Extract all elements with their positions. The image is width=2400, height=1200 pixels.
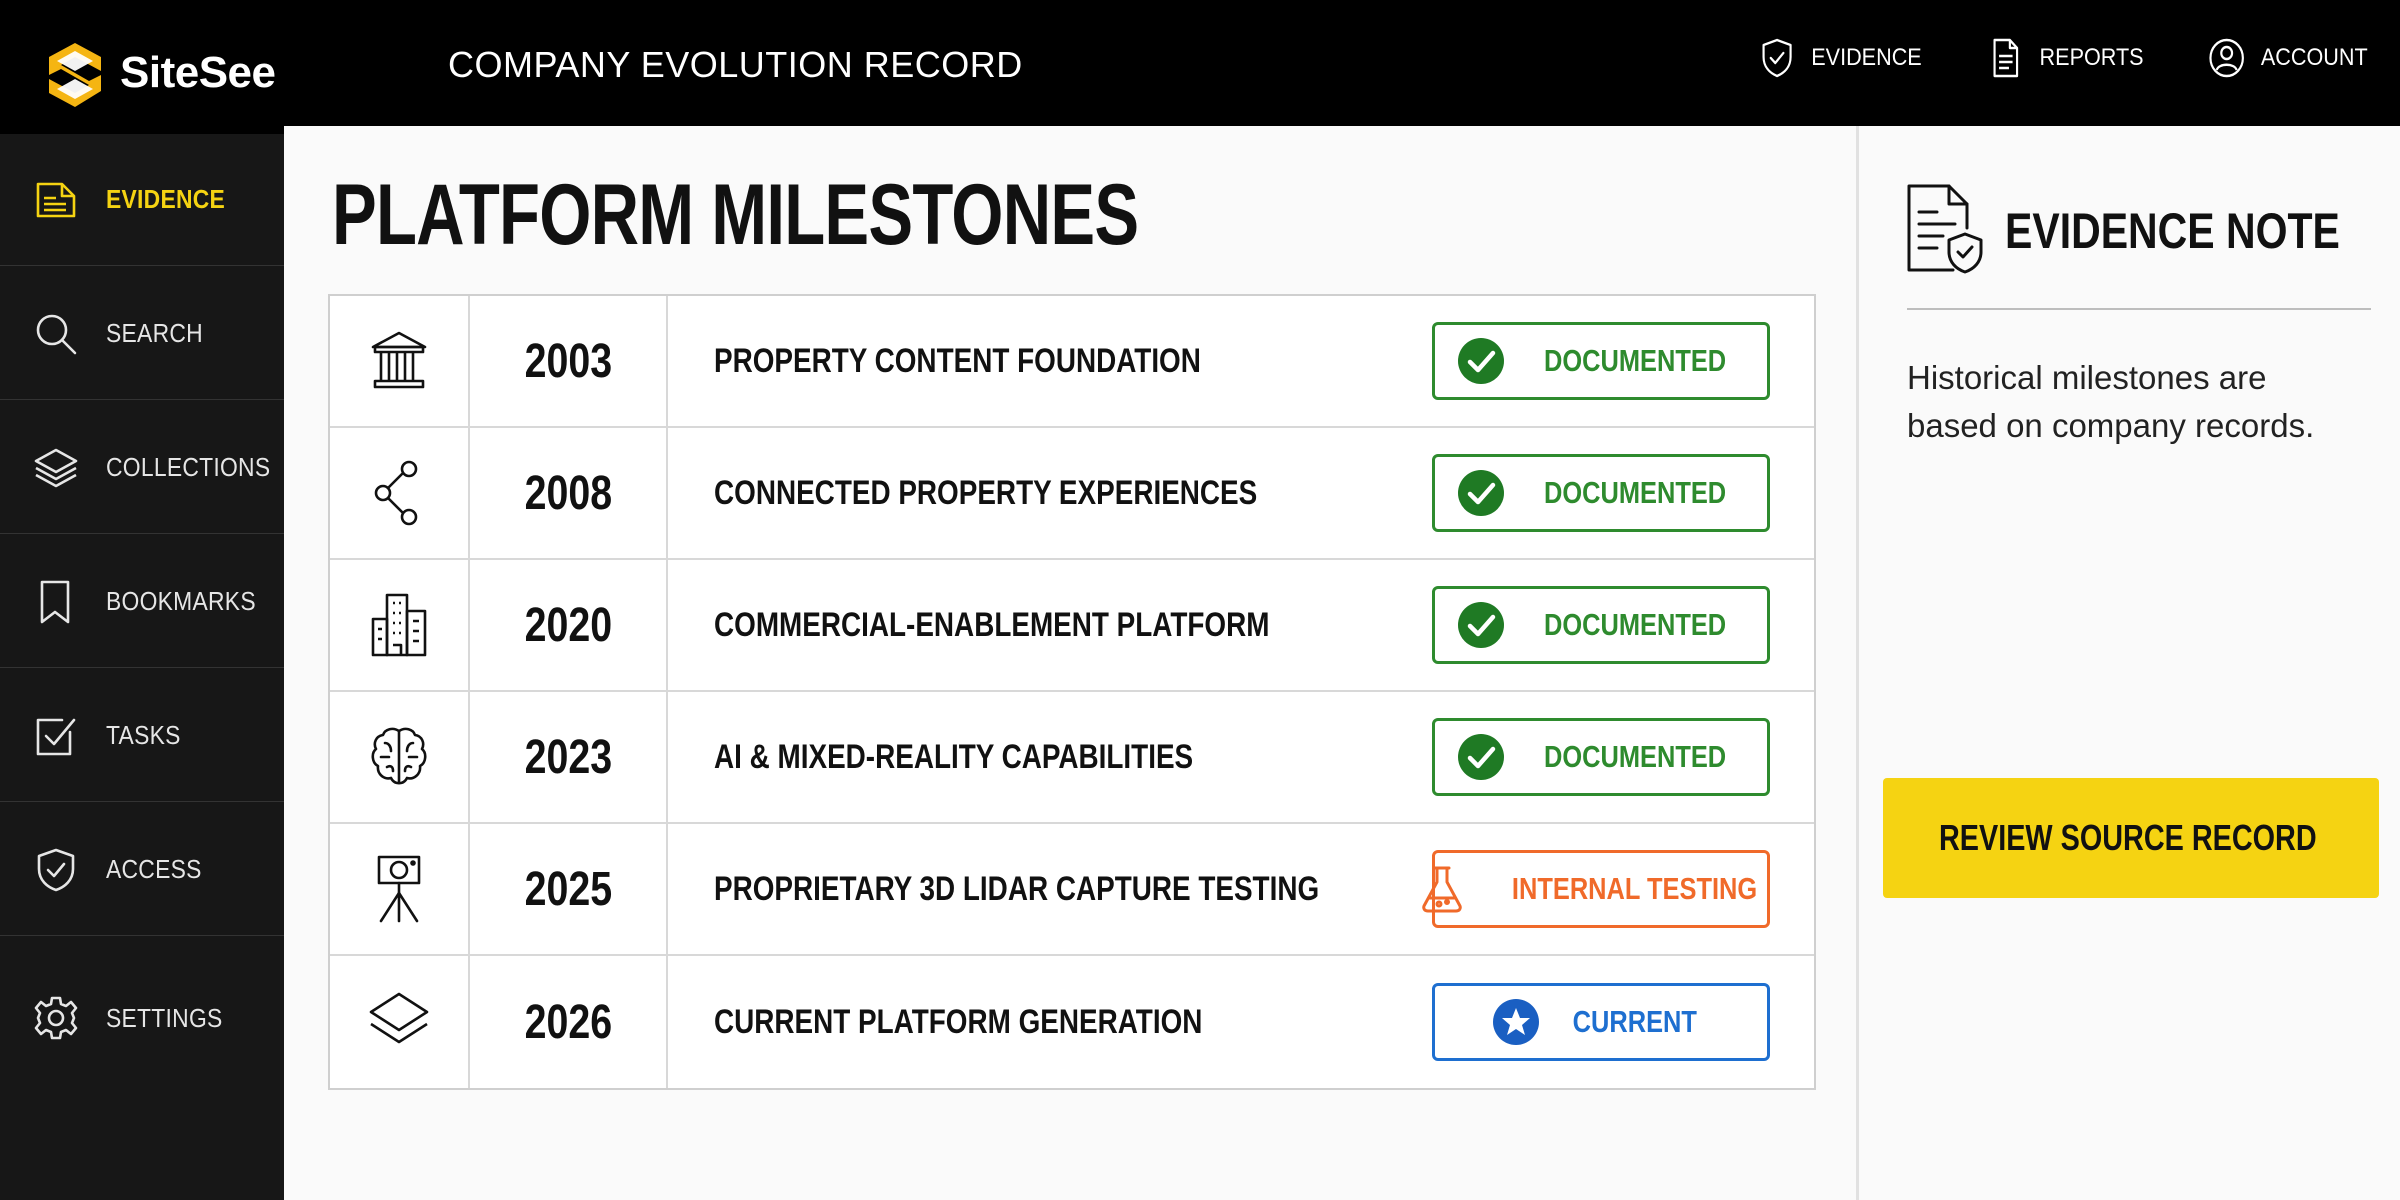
title-text: CONNECTED PROPERTY EXPERIENCES: [714, 473, 1258, 512]
sidebar-item-label: ACCESS: [106, 854, 202, 884]
sidebar-item-label: EVIDENCE: [106, 184, 226, 214]
title-text: PROPERTY CONTENT FOUNDATION: [714, 341, 1201, 380]
table-row: 2003 PROPERTY CONTENT FOUNDATION DOCUMEN…: [330, 296, 1814, 428]
milestone-year: 2023: [470, 692, 668, 822]
star-circle-icon: [1491, 997, 1541, 1047]
milestone-year: 2025: [470, 824, 668, 954]
document-shield-icon: [1907, 184, 1983, 274]
panel-title: EVIDENCE NOTE: [2005, 203, 2340, 259]
status-label: DOCUMENTED: [1543, 343, 1727, 378]
check-circle-icon: [1456, 468, 1506, 518]
status-badge-documented[interactable]: DOCUMENTED: [1432, 322, 1770, 400]
status-badge-current[interactable]: CURRENT: [1432, 983, 1770, 1061]
main-content: PLATFORM MILESTONES 2003 PROPERTY CONTEN…: [284, 126, 1856, 1200]
share-nodes-icon: [374, 460, 418, 526]
sidebar-item-collections[interactable]: COLLECTIONS: [0, 402, 284, 534]
sidebar-item-settings[interactable]: SETTINGS: [0, 938, 284, 1098]
milestones-table: 2003 PROPERTY CONTENT FOUNDATION DOCUMEN…: [328, 294, 1816, 1090]
layers-icon: [32, 444, 80, 492]
shield-check-icon: [1762, 38, 1792, 78]
sidebar-item-label: TASKS: [106, 720, 181, 750]
brand-name: SiteSee: [120, 48, 276, 97]
layers-icon: [369, 992, 429, 1044]
milestone-icon-cell: [330, 428, 470, 558]
evidence-note-panel: EVIDENCE NOTE Historical milestones are …: [1856, 126, 2400, 1200]
milestone-year: 2003: [470, 296, 668, 426]
title-text: COMMERCIAL-ENABLEMENT PLATFORM: [714, 605, 1270, 644]
title-text: AI & MIXED-REALITY CAPABILITIES: [714, 737, 1194, 776]
check-circle-icon: [1456, 732, 1506, 782]
lidar-tripod-icon: [377, 855, 421, 923]
milestone-year: 2020: [470, 560, 668, 690]
flask-icon: [1417, 864, 1467, 914]
table-row: 2025 PROPRIETARY 3D LIDAR CAPTURE TESTIN…: [330, 824, 1814, 956]
review-button-label: REVIEW SOURCE RECORD: [1939, 817, 2317, 858]
status-label: CURRENT: [1572, 1004, 1698, 1039]
document-icon: [1993, 38, 2018, 78]
panel-text: Historical milestones are based on compa…: [1907, 359, 2315, 444]
status-badge-internal-testing[interactable]: INTERNAL TESTING: [1422, 850, 1770, 928]
title-text: PROPRIETARY 3D LIDAR CAPTURE TESTING: [714, 869, 1320, 908]
gear-icon: [32, 994, 80, 1042]
table-row: 2008 CONNECTED PROPERTY EXPERIENCES DOCU…: [330, 428, 1814, 560]
year-text: 2026: [524, 995, 612, 1049]
bookmark-icon: [32, 578, 80, 626]
review-source-record-button[interactable]: REVIEW SOURCE RECORD: [1883, 778, 2379, 898]
divider: [1907, 308, 2371, 310]
milestone-year: 2008: [470, 428, 668, 558]
milestone-icon-cell: [330, 560, 470, 690]
status-label: DOCUMENTED: [1543, 607, 1727, 642]
status-label: DOCUMENTED: [1543, 475, 1727, 510]
sidebar-item-label: BOOKMARKS: [106, 586, 256, 616]
sidebar-item-label: COLLECTIONS: [106, 452, 271, 482]
sidebar-item-search[interactable]: SEARCH: [0, 268, 284, 400]
title-text: CURRENT PLATFORM GENERATION: [714, 1002, 1203, 1041]
table-row: 2020 COMMERCIAL-ENABLEMENT PLATFORM DOCU…: [330, 560, 1814, 692]
brain-icon: [371, 727, 427, 785]
year-text: 2003: [524, 334, 612, 388]
user-circle-icon: [2209, 38, 2245, 78]
topnav-reports[interactable]: REPORTS: [1985, 36, 2143, 80]
check-circle-icon: [1456, 336, 1506, 386]
year-text: 2025: [524, 862, 612, 916]
topnav-evidence[interactable]: EVIDENCE: [1757, 36, 1922, 80]
year-text: 2023: [524, 730, 612, 784]
table-row: 2023 AI & MIXED-REALITY CAPABILITIES DOC…: [330, 692, 1814, 824]
sidebar-item-label: SEARCH: [106, 318, 203, 348]
sidebar: EVIDENCE SEARCH COLLECTIONS BOOKMARKS TA…: [0, 134, 284, 1200]
sitesee-logo-icon: [49, 43, 101, 107]
sidebar-item-tasks[interactable]: TASKS: [0, 670, 284, 802]
shield-check-icon: [32, 846, 80, 894]
year-text: 2008: [524, 466, 612, 520]
sidebar-item-access[interactable]: ACCESS: [0, 804, 284, 936]
page-title: PLATFORM MILESTONES: [332, 167, 1139, 263]
topnav-account-label: ACCOUNT: [2261, 44, 2368, 71]
buildings-icon: [371, 593, 427, 657]
status-label: DOCUMENTED: [1543, 739, 1727, 774]
topnav-account[interactable]: ACCOUNT: [2207, 36, 2368, 80]
evidence-doc-icon: [32, 176, 80, 224]
sidebar-item-evidence[interactable]: EVIDENCE: [0, 134, 284, 266]
milestone-icon-cell: [330, 956, 470, 1088]
check-circle-icon: [1456, 600, 1506, 650]
table-row: 2026 CURRENT PLATFORM GENERATION CURRENT: [330, 956, 1814, 1088]
sidebar-item-bookmarks[interactable]: BOOKMARKS: [0, 536, 284, 668]
milestone-icon-cell: [330, 824, 470, 954]
top-nav: EVIDENCE REPORTS ACCOUNT: [1739, 36, 2368, 80]
sidebar-item-label: SETTINGS: [106, 1002, 223, 1033]
checkbox-icon: [32, 712, 80, 760]
milestone-icon-cell: [330, 296, 470, 426]
search-icon: [32, 310, 80, 358]
milestone-icon-cell: [330, 692, 470, 822]
year-text: 2020: [524, 598, 612, 652]
institution-icon: [371, 331, 427, 389]
status-badge-documented[interactable]: DOCUMENTED: [1432, 454, 1770, 532]
topnav-evidence-label: EVIDENCE: [1811, 44, 1922, 71]
app-title: COMPANY EVOLUTION RECORD: [448, 44, 1023, 85]
topnav-reports-label: REPORTS: [2039, 44, 2144, 71]
status-label: INTERNAL TESTING: [1512, 871, 1758, 906]
status-badge-documented[interactable]: DOCUMENTED: [1432, 586, 1770, 664]
status-badge-documented[interactable]: DOCUMENTED: [1432, 718, 1770, 796]
milestone-year: 2026: [470, 956, 668, 1088]
